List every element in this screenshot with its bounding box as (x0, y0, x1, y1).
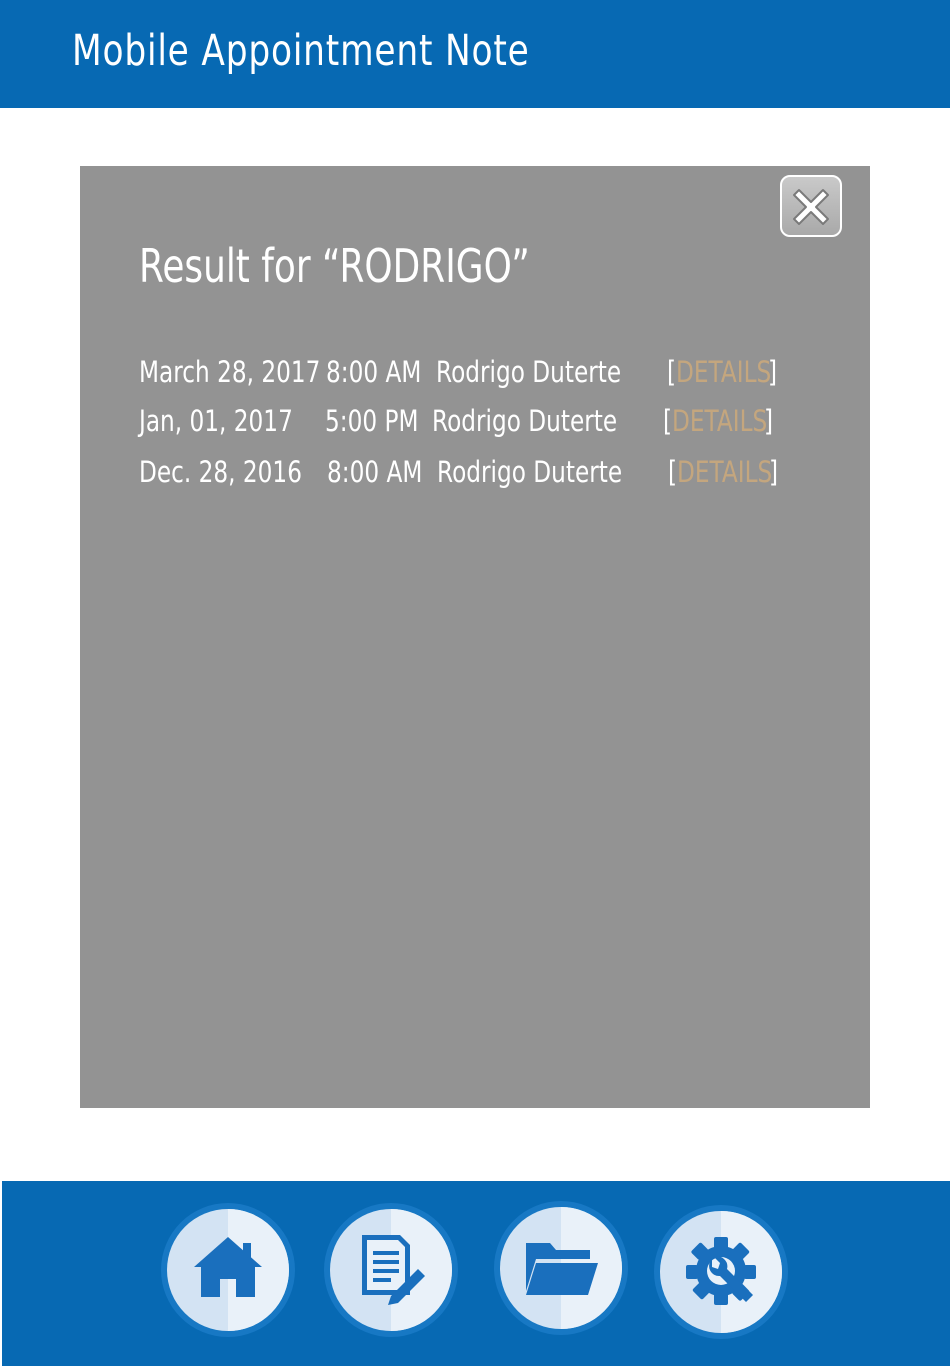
bracket-close: ] (769, 455, 779, 489)
bracket-close: ] (764, 404, 774, 438)
bracket-open: [ (668, 455, 678, 489)
result-name: Rodrigo Duterte (437, 455, 623, 489)
result-date: Jan, 01, 2017 (139, 404, 293, 438)
bottom-nav-bar (2, 1181, 950, 1366)
result-name: Rodrigo Duterte (436, 355, 622, 389)
notes-icon (324, 1203, 458, 1337)
close-icon (793, 189, 829, 225)
search-results-panel: Result for “RODRIGO” March 28, 2017 8:00… (80, 166, 870, 1108)
folder-icon (494, 1201, 628, 1335)
result-date: Dec. 28, 2016 (139, 455, 302, 489)
app-header: Mobile Appointment Note (0, 0, 950, 108)
bracket-close: ] (768, 355, 778, 389)
details-link[interactable]: DETAILS (672, 401, 767, 441)
result-time: 8:00 AM (327, 455, 423, 489)
result-title: Result for “RODRIGO” (139, 239, 530, 293)
result-name: Rodrigo Duterte (432, 404, 618, 438)
settings-icon (654, 1205, 788, 1339)
notes-button[interactable] (322, 1201, 460, 1339)
result-time: 8:00 AM (326, 355, 422, 389)
result-time: 5:00 PM (325, 404, 419, 438)
details-link[interactable]: DETAILS (677, 452, 772, 492)
bracket-open: [ (663, 404, 673, 438)
settings-button[interactable] (652, 1203, 790, 1341)
result-date: March 28, 2017 (139, 355, 321, 389)
close-button[interactable] (780, 175, 842, 237)
bracket-open: [ (667, 355, 677, 389)
app-title: Mobile Appointment Note (72, 26, 530, 76)
home-icon (161, 1203, 295, 1337)
home-button[interactable] (159, 1201, 297, 1339)
details-link[interactable]: DETAILS (676, 352, 771, 392)
folder-button[interactable] (492, 1199, 630, 1337)
